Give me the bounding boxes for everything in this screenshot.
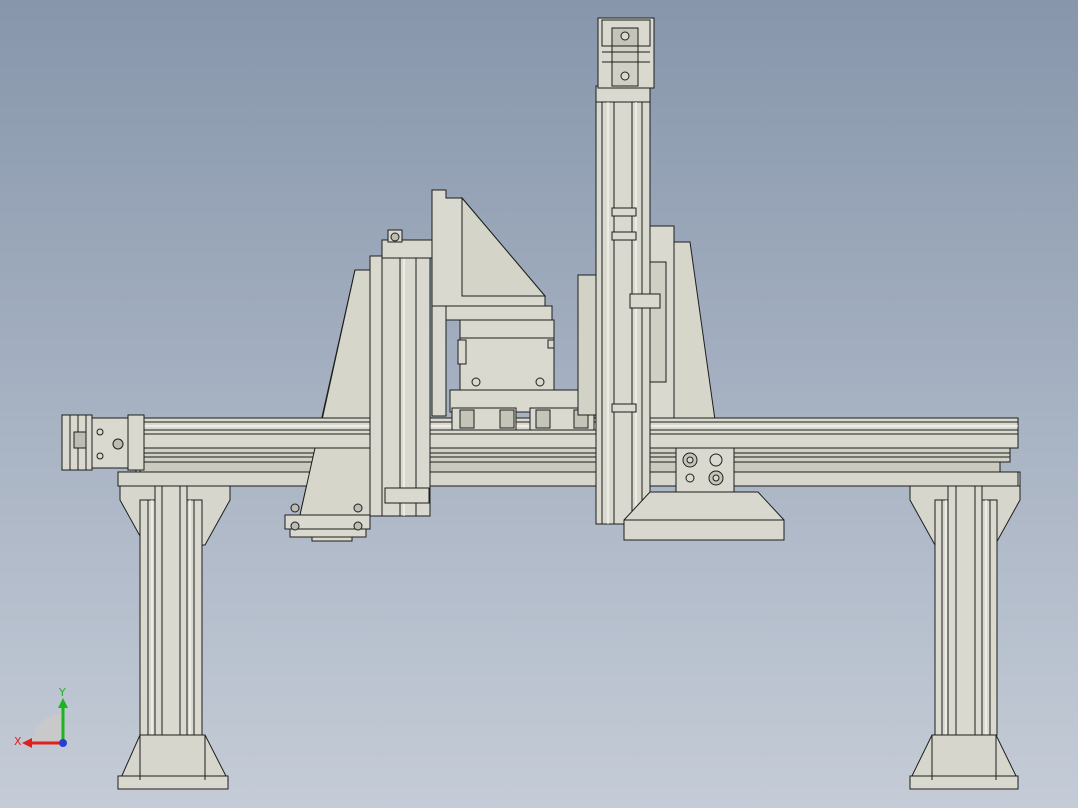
orientation-triad: Y X — [14, 686, 68, 748]
z-axis-motor[interactable] — [597, 17, 655, 89]
bearing-block[interactable] — [675, 447, 735, 493]
y-axis-label: Y — [58, 686, 66, 699]
gripper-bracket[interactable] — [431, 189, 555, 417]
x-axis-motor[interactable] — [61, 414, 145, 471]
right-gusset[interactable] — [649, 225, 716, 421]
triad-plane-icon — [32, 714, 62, 744]
x-arrow-head-icon — [22, 738, 32, 748]
gantry-robot-model[interactable] — [0, 0, 1078, 808]
left-leg[interactable] — [117, 457, 231, 790]
cad-viewport[interactable]: Y X — [0, 0, 1078, 808]
y-arrow-head-icon — [58, 698, 68, 708]
right-leg[interactable] — [909, 457, 1021, 790]
z-base-plate[interactable] — [623, 491, 785, 541]
z-axis-dot-icon — [59, 739, 67, 747]
x-axis-label: X — [14, 735, 22, 748]
left-column[interactable] — [369, 229, 433, 517]
